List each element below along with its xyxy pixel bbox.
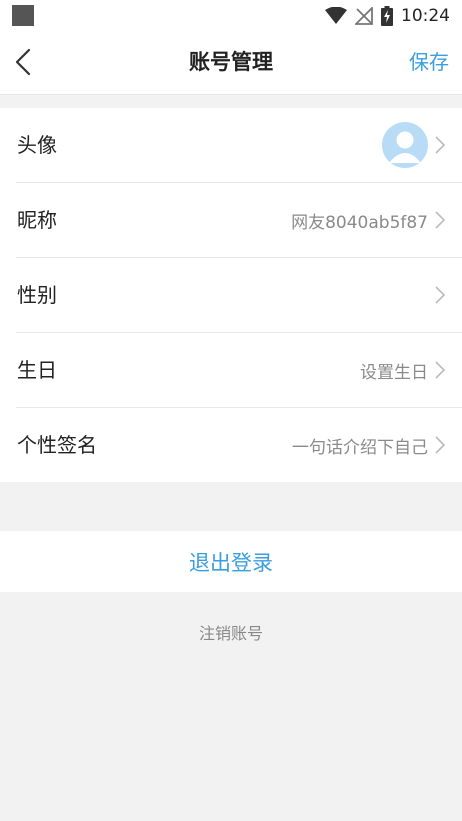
row-label: 头像 [17, 133, 57, 157]
deactivate-account-link[interactable]: 注销账号 [0, 620, 462, 644]
row-right [382, 108, 446, 182]
row-nickname[interactable]: 昵称 网友8040ab5f87 [16, 183, 462, 258]
row-right: 网友8040ab5f87 [291, 183, 446, 257]
wifi-icon [325, 7, 347, 24]
logout-button[interactable]: 退出登录 [189, 547, 273, 577]
notification-icon [12, 5, 34, 26]
signature-value: 一句话介绍下自己 [292, 437, 428, 458]
row-right: 设置生日 [360, 333, 446, 407]
user-placeholder-icon [389, 131, 421, 163]
row-label: 性别 [17, 283, 57, 307]
chevron-right-icon [434, 435, 446, 455]
avatar[interactable] [382, 122, 428, 168]
page-title: 账号管理 [189, 50, 273, 74]
status-icons: 10:24 [325, 4, 450, 28]
row-signature[interactable]: 个性签名 一句话介绍下自己 [16, 408, 462, 482]
status-bar: 10:24 [0, 0, 462, 31]
no-signal-icon [355, 7, 373, 25]
row-gender[interactable]: 性别 [16, 258, 462, 333]
battery-charging-icon [381, 6, 393, 26]
status-time: 10:24 [401, 6, 450, 26]
chevron-right-icon [434, 360, 446, 380]
row-birthday[interactable]: 生日 设置生日 [16, 333, 462, 408]
chevron-left-icon [15, 48, 31, 76]
nav-bar: 账号管理 保存 [0, 31, 462, 95]
row-label: 生日 [17, 358, 57, 382]
chevron-right-icon [434, 285, 446, 305]
row-label: 个性签名 [17, 433, 97, 457]
row-label: 昵称 [17, 208, 57, 232]
nickname-value: 网友8040ab5f87 [291, 212, 428, 233]
row-right [428, 258, 446, 332]
row-avatar[interactable]: 头像 [16, 108, 462, 183]
save-button[interactable]: 保存 [409, 31, 449, 94]
chevron-right-icon [434, 135, 446, 155]
birthday-value: 设置生日 [360, 362, 428, 383]
account-settings-list: 头像 昵称 网友8040ab5f87 性别 生日 设置生日 个性签名 一句话介绍… [0, 108, 462, 482]
chevron-right-icon [434, 210, 446, 230]
row-right: 一句话介绍下自己 [292, 408, 446, 482]
back-button[interactable] [8, 45, 38, 79]
logout-block: 退出登录 [0, 531, 462, 592]
